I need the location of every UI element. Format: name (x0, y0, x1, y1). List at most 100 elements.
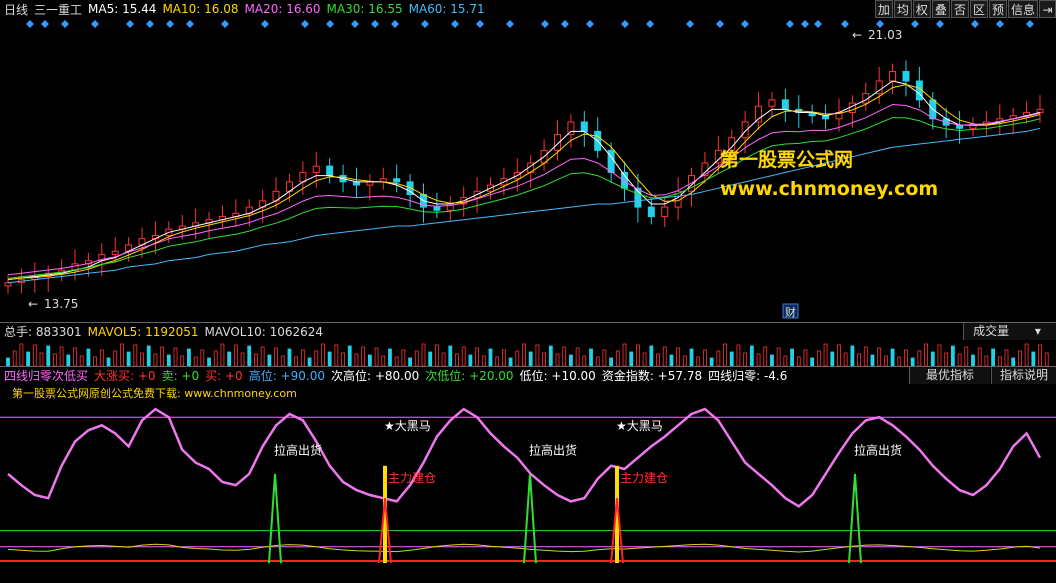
volume-bar (26, 351, 31, 366)
ind-label-1: 大涨买: +0 (94, 369, 156, 383)
volume-bar (897, 356, 902, 366)
volume-bar (6, 357, 10, 366)
volume-bar (729, 351, 734, 366)
candle-body (755, 105, 763, 123)
info-button[interactable]: 信息 (1007, 0, 1038, 18)
volume-bar (709, 357, 714, 366)
volume-bar (723, 343, 727, 366)
volume-bar (140, 352, 144, 366)
best-indicator-button[interactable]: 最优指标 (909, 367, 990, 384)
period-label[interactable]: 日线 (4, 1, 28, 18)
ind-label-8: 资金指数: +57.78 (601, 369, 703, 383)
mavol5-label: MAVOL5: 1192051 (87, 324, 199, 339)
volume-bar (394, 356, 399, 366)
volume-bar (971, 354, 975, 366)
volume-bar (528, 351, 533, 366)
candle-body (647, 206, 655, 218)
signal-label: 拉高出货 (854, 442, 902, 457)
volume-header: 总手: 883301 MAVOL5: 1192051 MAVOL10: 1062… (0, 322, 1056, 340)
volume-bar (327, 351, 332, 366)
volume-bar (187, 348, 191, 366)
volume-bars (6, 343, 1049, 366)
add-button[interactable]: 加 (874, 0, 893, 18)
volume-bar (300, 349, 305, 366)
volume-bar (763, 346, 768, 366)
range-button[interactable]: 区 (969, 0, 988, 18)
cai-badge: 财 (785, 305, 796, 319)
price-header: 日线 三一重工 MA5: 15.44 MA10: 16.08 MA20: 16.… (0, 0, 1056, 18)
rights-button[interactable]: 权 (912, 0, 931, 18)
volume-bar (703, 349, 707, 366)
distribution-spike (268, 473, 282, 564)
signal-label: 主力建仓 (388, 471, 436, 485)
volume-bar (367, 354, 372, 366)
volume-bar (890, 348, 895, 366)
volume-bar (542, 352, 547, 366)
average-button[interactable]: 均 (893, 0, 912, 18)
volume-bar (589, 348, 593, 366)
volume-bar (280, 355, 285, 366)
volume-bar (86, 348, 91, 366)
volume-bar (99, 349, 104, 366)
volume-bar (1011, 357, 1016, 366)
volume-bar (133, 344, 138, 366)
overlay-button[interactable]: 叠 (931, 0, 950, 18)
volume-bar (669, 354, 674, 366)
mavol10-label: MAVOL10: 1062624 (204, 324, 324, 339)
volume-bar (12, 350, 17, 366)
signal-label: 拉高出货 (529, 442, 577, 457)
volume-bar (213, 350, 218, 366)
volume-bar (850, 345, 855, 366)
signal-label: 拉高出货 (274, 442, 322, 457)
ma5-label: MA5: 15.44 (88, 2, 157, 16)
chart-window: 日线 三一重工 MA5: 15.44 MA10: 16.08 MA20: 16.… (0, 0, 1056, 583)
ma60-label: MA60: 15.71 (408, 2, 485, 16)
volume-bar (307, 357, 312, 366)
volume-dropdown[interactable]: 成交量 ▾ (963, 323, 1056, 340)
stock-name: 三一重工 (34, 2, 83, 17)
volume-bar (991, 348, 995, 366)
volume-bar (696, 356, 701, 366)
volume-bar (716, 350, 721, 366)
volume-bar (676, 347, 681, 366)
volume-bar (770, 354, 774, 366)
volume-bar (749, 345, 754, 366)
indicator-chart[interactable]: 第一股票公式网原创公式免费下载: www.chnmoney.com 拉高出货 ★大… (0, 383, 1056, 583)
volume-bar (106, 357, 111, 366)
volume-bar (796, 356, 801, 366)
volume-bar (1024, 343, 1029, 366)
candle-body (969, 124, 977, 129)
volume-bar (59, 346, 64, 366)
indicator-desc-button[interactable]: 指标说明 (991, 367, 1056, 384)
volume-bar (461, 346, 466, 366)
signal-label: ★大黑马 (616, 419, 663, 433)
candle-body (312, 165, 320, 173)
forecast-button[interactable]: 预 (988, 0, 1007, 18)
volume-bar (374, 347, 379, 366)
volume-bar (569, 354, 573, 366)
collapse-icon[interactable]: ⇥ (1039, 0, 1056, 18)
volume-bar (1004, 349, 1009, 366)
price-chart[interactable]: 21.03 ← 13.75 ← 财 (0, 18, 1056, 320)
volume-bar (783, 355, 788, 366)
volume-bar (904, 349, 908, 366)
volume-bar (642, 352, 647, 366)
candle-body (889, 71, 897, 82)
ind-label-0: 四线归零次低买 (4, 369, 89, 383)
volume-bar (227, 351, 232, 366)
volume-bar (126, 351, 131, 366)
candle-body (848, 102, 856, 114)
volume-bar (964, 346, 969, 366)
volume-bar (233, 344, 238, 366)
volume-bar (736, 344, 741, 366)
no-button[interactable]: 否 (950, 0, 969, 18)
volume-bar (743, 352, 748, 366)
volume-chart[interactable] (0, 340, 1056, 366)
volume-bar (408, 357, 412, 366)
triangle-down-icon: ▾ (1034, 324, 1041, 338)
volume-bar (548, 345, 553, 366)
volume-bar (803, 349, 808, 366)
volume-bar (260, 346, 265, 366)
volume-bar (944, 352, 949, 366)
volume-bar (515, 350, 520, 366)
